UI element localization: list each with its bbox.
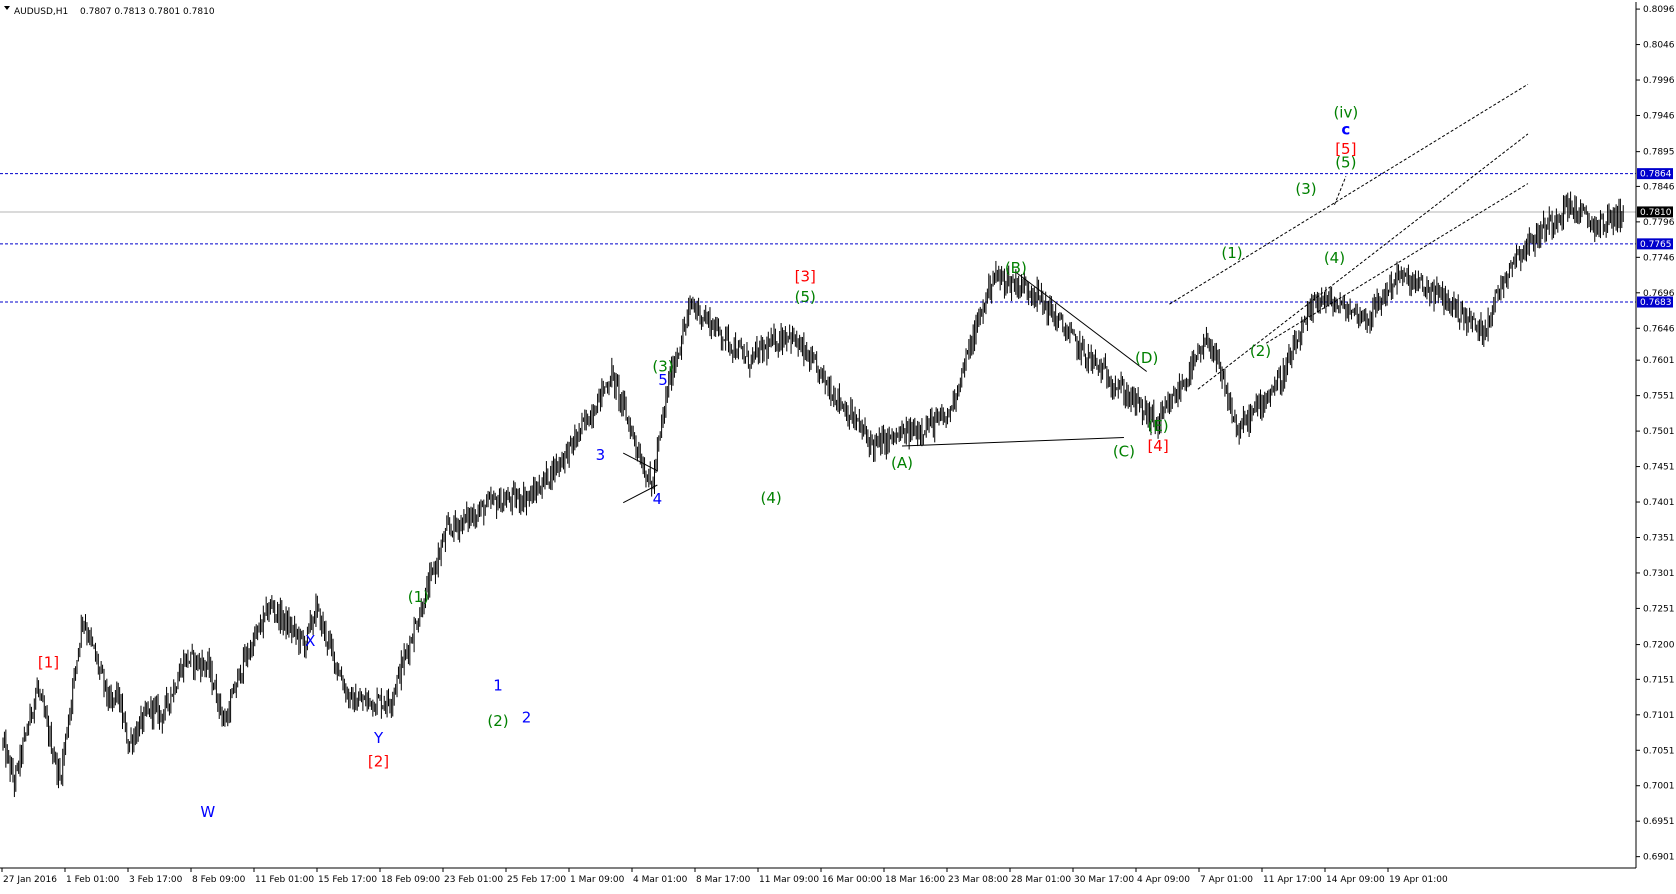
wave-label[interactable]: (3) bbox=[1295, 180, 1316, 198]
price-tick-label: 0.7946 bbox=[1643, 111, 1675, 121]
wave-label[interactable]: [4] bbox=[1147, 437, 1168, 455]
time-tick-label: 25 Feb 17:00 bbox=[507, 875, 566, 885]
time-tick-label: 8 Feb 09:00 bbox=[192, 875, 246, 885]
price-tick-label: 0.8046 bbox=[1643, 41, 1675, 51]
wave-label[interactable]: c bbox=[1341, 121, 1350, 139]
price-tick-label: 0.6901 bbox=[1643, 853, 1675, 863]
wave-label[interactable]: (2) bbox=[1250, 342, 1271, 360]
time-tick-label: 15 Feb 17:00 bbox=[318, 875, 377, 885]
ohlc-quotes: 0.7807 0.7813 0.7801 0.7810 bbox=[80, 7, 215, 17]
time-tick-label: 4 Mar 01:00 bbox=[633, 875, 688, 885]
time-tick-label: 1 Mar 09:00 bbox=[570, 875, 625, 885]
current-price-label: 0.7810 bbox=[1640, 208, 1672, 218]
wave-label[interactable]: 3 bbox=[596, 446, 606, 464]
time-tick-label: 18 Feb 09:00 bbox=[381, 875, 440, 885]
wave-label[interactable]: 4 bbox=[653, 490, 663, 508]
price-tick-label: 0.7251 bbox=[1643, 604, 1675, 614]
price-tick-label: 0.7501 bbox=[1643, 427, 1675, 437]
wave-label[interactable]: (B) bbox=[1005, 259, 1027, 277]
wave-label[interactable]: (C) bbox=[1113, 443, 1135, 461]
price-tick-label: 0.7451 bbox=[1643, 463, 1675, 473]
time-tick-label: 3 Feb 17:00 bbox=[129, 875, 183, 885]
time-tick-label: 28 Mar 01:00 bbox=[1011, 875, 1071, 885]
time-tick-label: 16 Mar 00:00 bbox=[822, 875, 882, 885]
price-tick-label: 0.7351 bbox=[1643, 533, 1675, 543]
price-tick-label: 0.7401 bbox=[1643, 498, 1675, 508]
time-tick-label: 23 Mar 08:00 bbox=[948, 875, 1008, 885]
wave-label[interactable]: (E) bbox=[1147, 417, 1168, 435]
time-tick-label: 27 Jan 2016 bbox=[3, 875, 57, 885]
price-tick-label: 0.7846 bbox=[1643, 182, 1675, 192]
price-chart[interactable]: [1]WXY[2](1)(2)12345(3)(4)[3](5)(A)(B)(C… bbox=[0, 0, 1676, 894]
price-tick-label: 0.7551 bbox=[1643, 392, 1675, 402]
time-tick-label: 23 Feb 01:00 bbox=[444, 875, 503, 885]
wave-label[interactable]: [3] bbox=[795, 267, 816, 285]
price-tick-label: 0.7301 bbox=[1643, 569, 1675, 579]
price-tick-label: 0.7646 bbox=[1643, 324, 1675, 334]
wave-label[interactable]: [1] bbox=[38, 653, 59, 671]
time-tick-label: 14 Apr 09:00 bbox=[1326, 875, 1385, 885]
price-tick-label: 0.7746 bbox=[1643, 253, 1675, 263]
price-tick-label: 0.7151 bbox=[1643, 675, 1675, 685]
time-tick-label: 1 Feb 01:00 bbox=[66, 875, 120, 885]
price-tick-label: 0.7200 bbox=[1643, 641, 1675, 651]
price-tick-label: 0.7996 bbox=[1643, 76, 1675, 86]
time-tick-label: 19 Apr 01:00 bbox=[1389, 875, 1448, 885]
wave-label[interactable]: [2] bbox=[368, 753, 389, 771]
wave-label[interactable]: (iv) bbox=[1333, 104, 1358, 122]
wave-label[interactable]: Y bbox=[373, 729, 384, 747]
time-tick-label: 7 Apr 01:00 bbox=[1200, 875, 1253, 885]
price-tick-label: 0.7601 bbox=[1643, 356, 1675, 366]
price-tick-label: 0.8096 bbox=[1643, 5, 1675, 15]
wave-label[interactable]: (1) bbox=[408, 588, 429, 606]
time-tick-label: 8 Mar 17:00 bbox=[696, 875, 751, 885]
chart-header: AUDUSD,H1 0.7807 0.7813 0.7801 0.7810 bbox=[4, 6, 215, 17]
price-tick-label: 0.7895 bbox=[1643, 148, 1675, 158]
wave-label[interactable]: (2) bbox=[487, 712, 508, 730]
wave-label[interactable]: (1) bbox=[1221, 244, 1242, 262]
wave-label[interactable]: 1 bbox=[493, 677, 503, 695]
price-tick-label: 0.7796 bbox=[1643, 218, 1675, 228]
wave-label[interactable]: (5) bbox=[795, 288, 816, 306]
level-price-label: 0.7683 bbox=[1640, 298, 1672, 308]
wave-label[interactable]: (A) bbox=[891, 454, 913, 472]
time-tick-label: 30 Mar 17:00 bbox=[1074, 875, 1134, 885]
level-price-label: 0.7864 bbox=[1640, 170, 1672, 180]
time-tick-label: 18 Mar 16:00 bbox=[885, 875, 945, 885]
wave-label[interactable]: (3) bbox=[652, 358, 673, 376]
wave-label[interactable]: W bbox=[200, 803, 215, 821]
time-tick-label: 11 Apr 17:00 bbox=[1263, 875, 1322, 885]
wave-label[interactable]: 2 bbox=[522, 709, 532, 727]
price-tick-label: 0.7001 bbox=[1643, 782, 1675, 792]
wave-label[interactable]: X bbox=[305, 632, 315, 650]
price-tick-label: 0.7101 bbox=[1643, 711, 1675, 721]
time-tick-label: 4 Apr 09:00 bbox=[1137, 875, 1190, 885]
level-price-label: 0.7765 bbox=[1640, 240, 1672, 250]
wave-label[interactable]: (D) bbox=[1135, 349, 1158, 367]
wave-label[interactable]: (4) bbox=[761, 489, 782, 507]
wave-label[interactable]: (4) bbox=[1324, 249, 1345, 267]
price-tick-label: 0.7051 bbox=[1643, 746, 1675, 756]
time-tick-label: 11 Mar 09:00 bbox=[759, 875, 819, 885]
time-tick-label: 11 Feb 01:00 bbox=[255, 875, 314, 885]
wave-label[interactable]: [5] bbox=[1335, 140, 1356, 158]
symbol-label: AUDUSD,H1 bbox=[14, 7, 68, 17]
chart-background bbox=[0, 0, 1676, 894]
price-tick-label: 0.6951 bbox=[1643, 817, 1675, 827]
